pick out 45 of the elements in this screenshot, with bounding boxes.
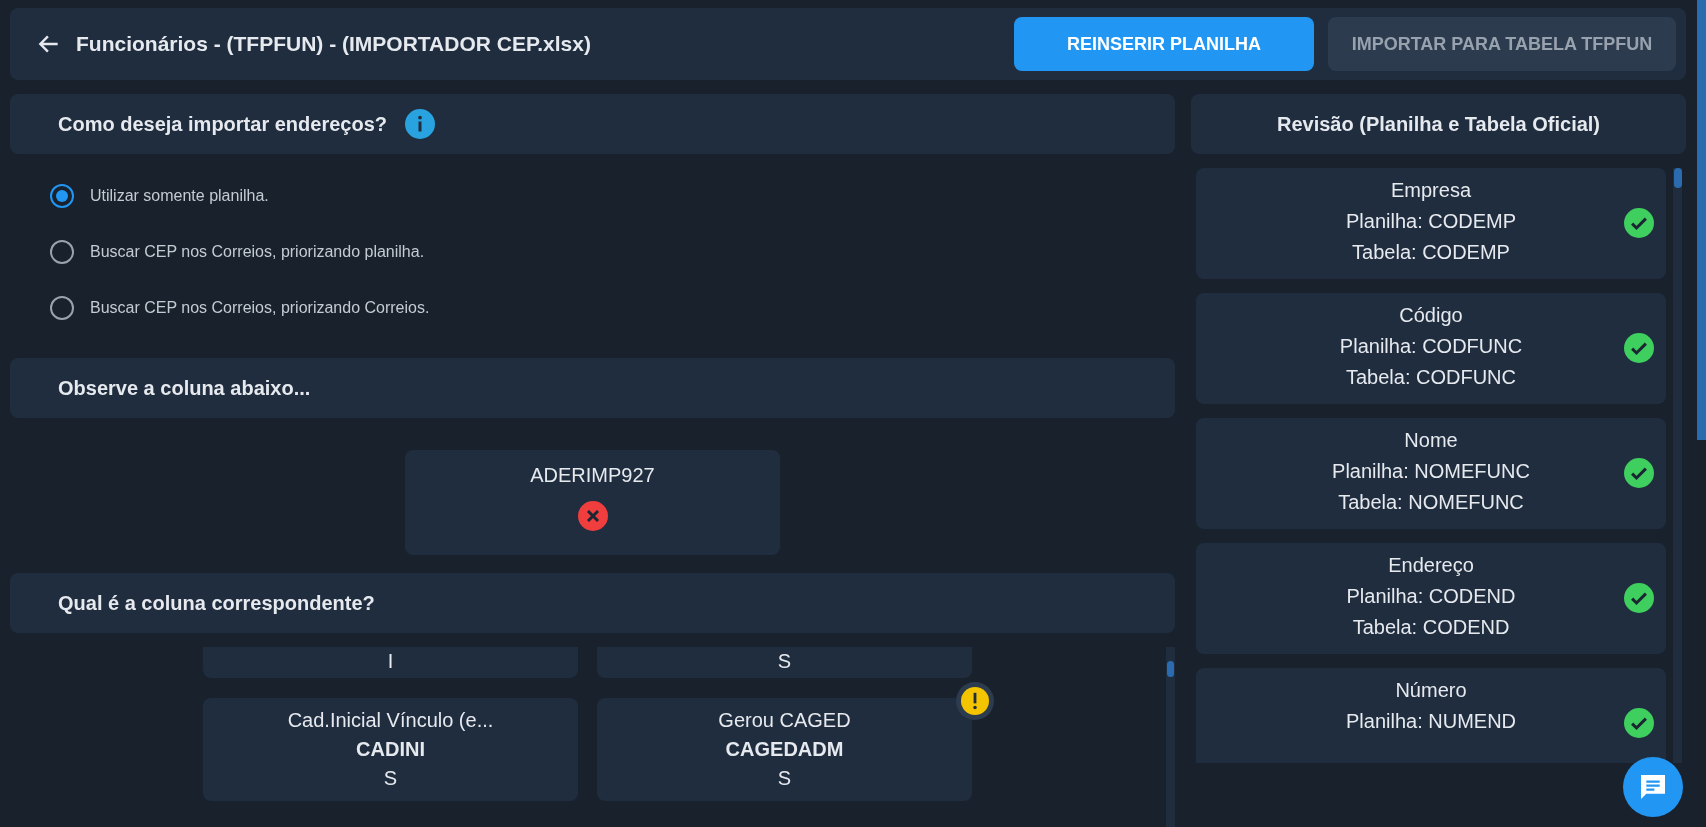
radio-label: Buscar CEP nos Correios, priorizando Correios. — [90, 299, 430, 317]
column-name: ADERIMP927 — [530, 464, 655, 487]
field-name: Endereço — [1388, 553, 1474, 578]
table-column: Tabela: CODEND — [1352, 612, 1510, 643]
field-name: Nome — [1404, 428, 1458, 453]
column-value: S — [383, 766, 398, 791]
column-code: CAGEDADM — [725, 737, 844, 762]
column-value: S — [777, 649, 792, 674]
column-code: CADINI — [356, 737, 425, 762]
scrollbar-track[interactable] — [1166, 647, 1175, 827]
scrollbar-track[interactable] — [1673, 168, 1682, 763]
column-label: Gerou CAGED — [718, 708, 851, 733]
radio-label: Buscar CEP nos Correios, priorizando planilha. — [90, 243, 425, 261]
column-value: S — [777, 766, 792, 791]
chat-button[interactable] — [1623, 757, 1683, 817]
column-option-card[interactable]: I — [203, 647, 578, 678]
sheet-column: Planilha: CODFUNC — [1339, 331, 1523, 362]
sheet-column: Planilha: NOMEFUNC — [1332, 456, 1530, 487]
column-option-card[interactable]: Cad.Inicial Vínculo (e... CADINI S — [203, 698, 578, 801]
info-icon[interactable] — [405, 109, 435, 139]
table-column: Tabela: NOMEFUNC — [1338, 487, 1524, 518]
scrollbar-thumb[interactable] — [1674, 168, 1682, 188]
section-title: Qual é a coluna correspondente? — [58, 591, 375, 615]
column-label: Cad.Inicial Vínculo (e... — [287, 708, 494, 733]
page-title: Funcionários - (TFPFUN) - (IMPORTADOR CEP.xlsx) — [76, 32, 592, 56]
section-title: Observe a coluna abaixo... — [58, 376, 311, 400]
sheet-column: Planilha: NUMEND — [1345, 706, 1517, 737]
field-name: Código — [1399, 303, 1463, 328]
table-column: Tabela: CODFUNC — [1345, 362, 1516, 393]
review-header: Revisão (Planilha e Tabela Oficial) — [1191, 94, 1686, 154]
section-title: Como deseja importar endereços? — [58, 112, 387, 136]
radio-label: Utilizar somente planilha. — [90, 187, 269, 205]
column-option-card[interactable]: Gerou CAGED CAGEDADM S — [597, 698, 972, 801]
field-name: Empresa — [1391, 178, 1471, 203]
table-column: Tabela: CODEMP — [1352, 237, 1510, 268]
column-value: I — [387, 649, 394, 674]
scrollbar-thumb[interactable] — [1697, 0, 1706, 440]
column-option-card[interactable]: S — [597, 647, 972, 678]
radio-button[interactable] — [50, 184, 74, 208]
field-name: Número — [1395, 678, 1467, 703]
radio-button[interactable] — [50, 296, 74, 320]
sheet-column: Planilha: CODEMP — [1345, 206, 1517, 237]
scrollbar-thumb[interactable] — [1167, 661, 1174, 677]
sheet-column: Planilha: CODEND — [1346, 581, 1516, 612]
radio-button[interactable] — [50, 240, 74, 264]
